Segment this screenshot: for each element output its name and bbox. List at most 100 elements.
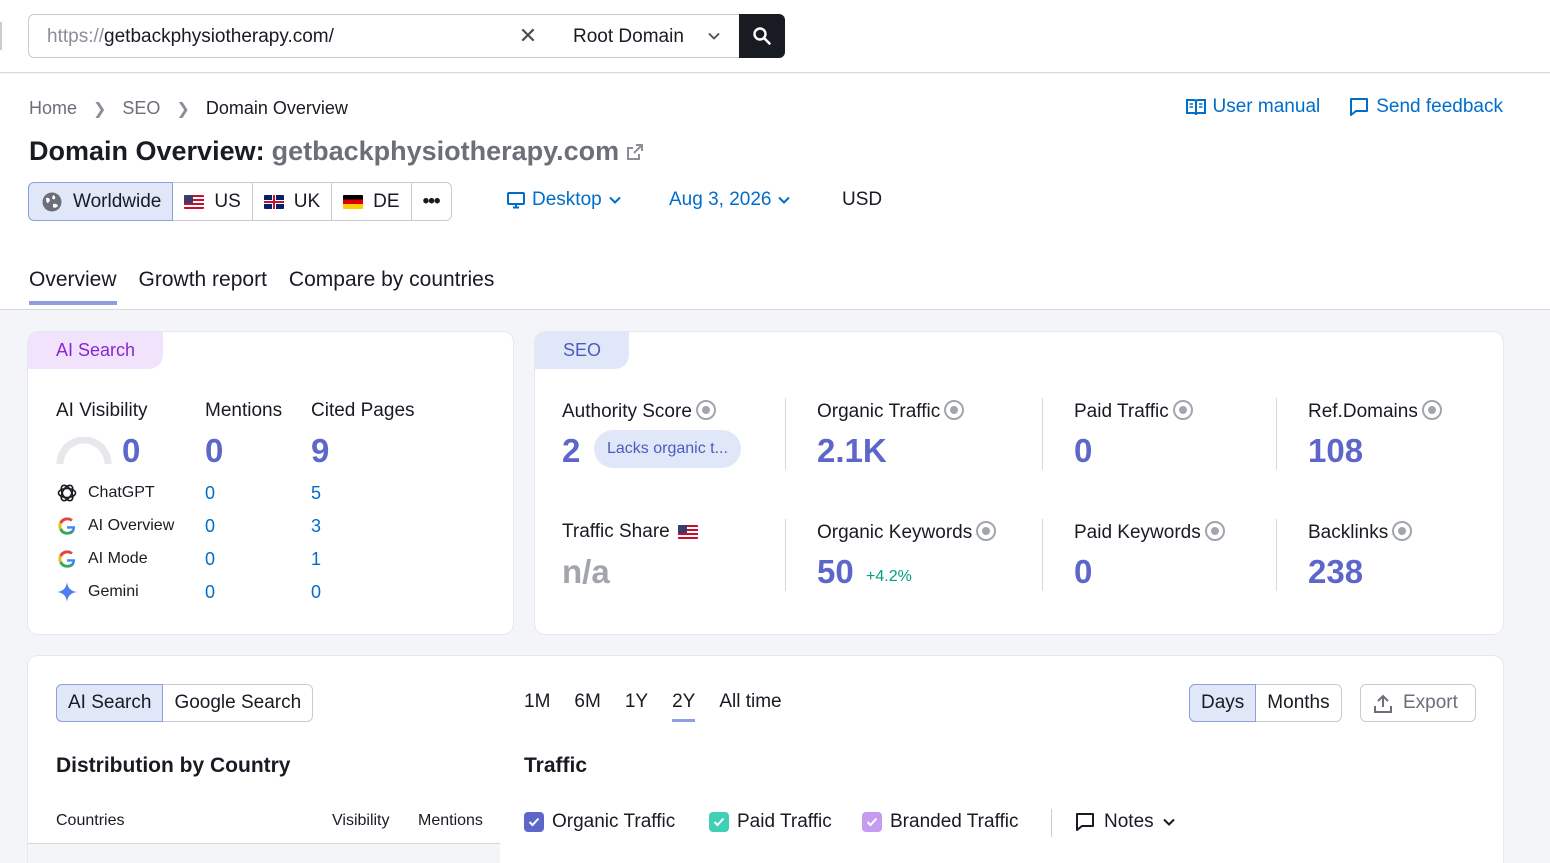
legend-branded-traffic[interactable]: Branded Traffic	[862, 811, 1019, 833]
breadcrumb-current: Domain Overview	[205, 98, 348, 118]
organic-traffic-label: Organic Traffic	[817, 400, 965, 423]
chevron-right-icon: ❯	[93, 100, 107, 118]
send-feedback-link[interactable]: Send feedback	[1348, 96, 1503, 118]
comment-icon	[1076, 813, 1094, 831]
search-source-toggle: AI Search Google Search	[56, 684, 314, 722]
paid-keywords-value[interactable]: 0	[1074, 553, 1092, 591]
globe-icon	[1421, 400, 1442, 420]
de-flag-icon	[343, 194, 364, 209]
region-uk[interactable]: UK	[253, 183, 333, 220]
traffic-share-label: Traffic Share	[562, 521, 698, 543]
period-all-time[interactable]: All time	[719, 691, 781, 722]
chevron-down-icon	[708, 32, 720, 40]
organic-keywords-value[interactable]: 50	[817, 553, 854, 591]
legend-organic-traffic[interactable]: Organic Traffic	[524, 811, 675, 833]
tab-compare-by-countries[interactable]: Compare by countries	[289, 268, 494, 305]
google-icon	[58, 517, 76, 535]
date-select[interactable]: Aug 3, 2026	[669, 189, 791, 211]
legend-divider	[1051, 809, 1052, 837]
scope-select-label: Root Domain	[573, 26, 684, 47]
organic-keywords-label: Organic Keywords	[817, 521, 997, 544]
user-manual-link[interactable]: User manual	[1185, 96, 1320, 118]
globe-icon	[1172, 400, 1193, 420]
toggle-ai-search[interactable]: AI Search	[56, 684, 164, 722]
toggle-months[interactable]: Months	[1256, 685, 1340, 721]
organic-traffic-value[interactable]: 2.1K	[817, 432, 887, 470]
tab-overview[interactable]: Overview	[29, 268, 117, 305]
period-6m[interactable]: 6M	[574, 691, 600, 722]
chevron-down-icon	[1162, 818, 1175, 826]
ai-overview-mentions[interactable]: 0	[205, 516, 215, 537]
region-worldwide[interactable]: Worldwide	[28, 182, 174, 221]
checkbox-checked-icon[interactable]	[862, 812, 882, 832]
toggle-google-search[interactable]: Google Search	[163, 685, 312, 721]
region-selector: Worldwide US UK DE •••	[28, 182, 452, 221]
region-us[interactable]: US	[173, 183, 253, 220]
globe-icon	[1204, 521, 1225, 541]
divider	[1042, 519, 1043, 591]
seo-badge: SEO	[535, 332, 630, 369]
ref-domains-value[interactable]: 108	[1308, 432, 1363, 470]
search-button[interactable]	[739, 14, 785, 58]
column-visibility[interactable]: Visibility	[332, 812, 390, 830]
period-1y[interactable]: 1Y	[625, 691, 648, 722]
checkbox-checked-icon[interactable]	[709, 812, 729, 832]
globe-icon	[976, 521, 997, 541]
breadcrumb: Home ❯ SEO ❯ Domain Overview	[29, 98, 348, 119]
authority-status-pill[interactable]: Lacks organic t...	[594, 430, 741, 468]
external-link-icon[interactable]	[625, 142, 645, 162]
device-select[interactable]: Desktop	[506, 189, 622, 211]
ai-visibility-value[interactable]: 0	[122, 432, 140, 470]
platform-row-ai-overview: AI Overview	[56, 514, 174, 538]
legend-paid-traffic[interactable]: Paid Traffic	[709, 811, 832, 833]
organic-keywords-change: +4.2%	[866, 568, 912, 585]
period-2y[interactable]: 2Y	[672, 691, 696, 722]
platform-row-chatgpt: ChatGPT	[56, 481, 155, 505]
globe-icon	[944, 400, 965, 420]
period-1m[interactable]: 1M	[524, 691, 550, 722]
us-flag-icon	[677, 525, 698, 539]
ai-mode-mentions[interactable]: 0	[205, 549, 215, 570]
globe-icon	[695, 400, 716, 420]
globe-icon	[42, 192, 62, 211]
chatgpt-cited[interactable]: 5	[311, 483, 321, 504]
search-icon	[753, 27, 771, 45]
gemini-cited[interactable]: 0	[311, 582, 321, 603]
left-edge-divider	[0, 22, 2, 50]
region-de[interactable]: DE	[332, 183, 412, 220]
visibility-gauge	[56, 437, 112, 465]
breadcrumb-home[interactable]: Home	[29, 98, 77, 119]
toggle-days[interactable]: Days	[1189, 684, 1257, 722]
desktop-icon	[507, 192, 525, 209]
backlinks-label: Backlinks	[1308, 521, 1413, 544]
mentions-value[interactable]: 0	[205, 432, 223, 470]
chatgpt-mentions[interactable]: 0	[205, 483, 215, 504]
ai-visibility-label: AI Visibility	[56, 400, 148, 421]
breadcrumb-seo[interactable]: SEO	[122, 98, 160, 119]
column-countries[interactable]: Countries	[56, 812, 124, 830]
platform-row-gemini: Gemini	[56, 580, 139, 604]
gemini-mentions[interactable]: 0	[205, 582, 215, 603]
cited-pages-value[interactable]: 9	[311, 432, 329, 470]
scope-select[interactable]: Root Domain	[556, 14, 740, 58]
domain-search-input[interactable]: https://getbackphysiotherapy.com/ ✕	[28, 14, 558, 58]
page-title-domain[interactable]: getbackphysiotherapy.com	[272, 136, 620, 167]
column-mentions[interactable]: Mentions	[418, 812, 483, 830]
traffic-share-value: n/a	[562, 553, 610, 590]
backlinks-value[interactable]: 238	[1308, 553, 1363, 591]
ref-domains-label: Ref.Domains	[1308, 400, 1442, 423]
tab-growth-report[interactable]: Growth report	[139, 268, 267, 305]
more-regions-button[interactable]: •••	[412, 183, 451, 220]
table-row[interactable]	[28, 844, 500, 863]
clear-icon[interactable]: ✕	[517, 24, 539, 48]
ai-mode-cited[interactable]: 1	[311, 549, 321, 570]
paid-traffic-value[interactable]: 0	[1074, 432, 1092, 470]
checkbox-checked-icon[interactable]	[524, 812, 544, 832]
notes-dropdown[interactable]: Notes	[1074, 811, 1176, 833]
ai-overview-cited[interactable]: 3	[311, 516, 321, 537]
chevron-down-icon	[778, 196, 791, 204]
divider	[1276, 519, 1277, 591]
domain-search-value[interactable]: https://getbackphysiotherapy.com/	[47, 26, 334, 48]
export-button[interactable]: Export	[1360, 684, 1476, 722]
authority-score-value[interactable]: 2	[562, 432, 580, 470]
